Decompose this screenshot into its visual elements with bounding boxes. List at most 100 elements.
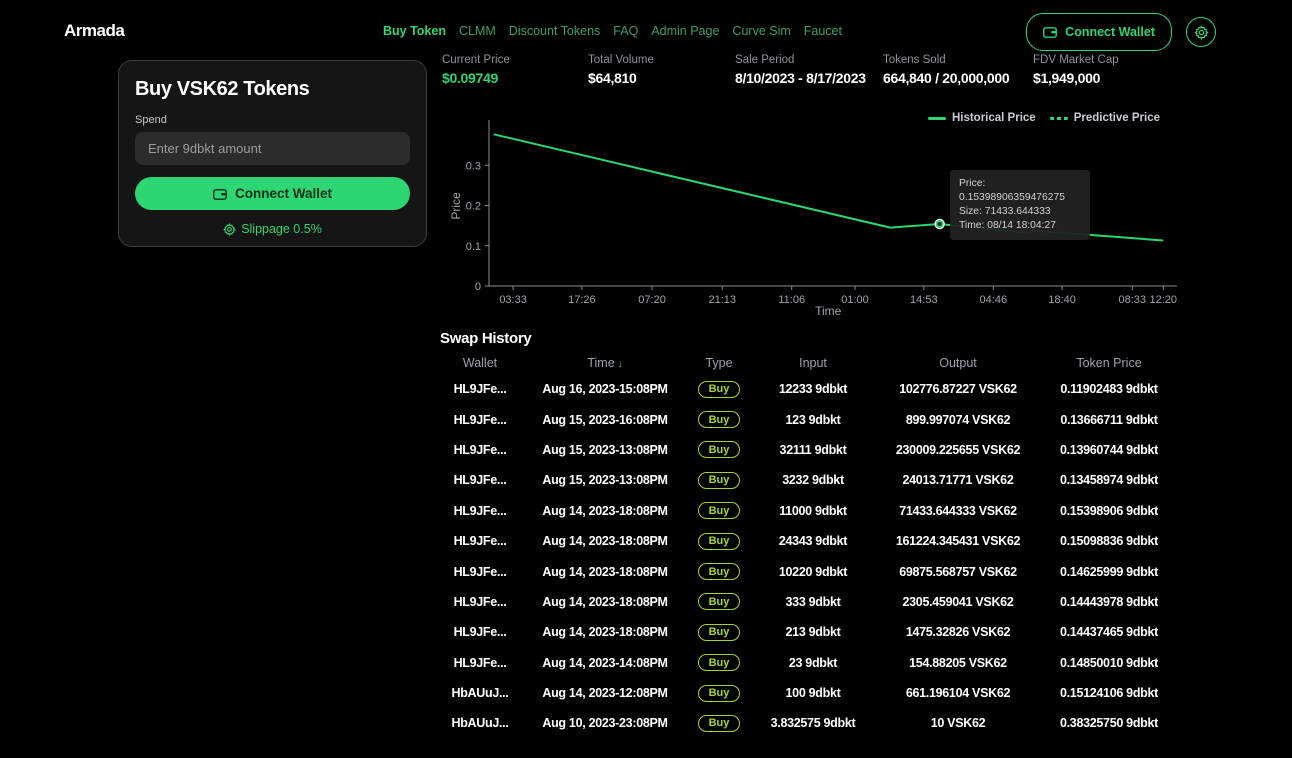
stat-fdv-market-cap: FDV Market Cap $1,949,000 xyxy=(1033,54,1119,86)
buy-type-badge: Buy xyxy=(697,593,741,611)
cell-output: 2305.459041 VSK62 xyxy=(902,594,1014,609)
column-header-input: Input xyxy=(799,356,827,370)
svg-text:0.1: 0.1 xyxy=(466,241,481,253)
nav-link-clmm[interactable]: CLMM xyxy=(459,24,496,38)
svg-text:04:46: 04:46 xyxy=(980,294,1008,306)
settings-button[interactable] xyxy=(1186,17,1216,47)
cell-type: Buy xyxy=(690,714,748,732)
cell-wallet: HL9JFe... xyxy=(453,655,507,670)
nav-link-buy-token[interactable]: Buy Token xyxy=(383,24,446,38)
table-row: HL9JFe... Aug 14, 2023-18:08PM Buy 333 9dbk… xyxy=(440,587,1180,617)
slippage-setting[interactable]: Slippage 0.5% xyxy=(135,222,410,236)
column-header-token-price: Token Price xyxy=(1076,356,1142,370)
cell-wallet: HL9JFe... xyxy=(453,382,507,397)
svg-text:12:20: 12:20 xyxy=(1149,294,1177,306)
price-chart[interactable]: Historical Price Predictive Price 0 0.1 0.2… xyxy=(440,108,1192,320)
chart-tooltip: Price: 0.15398906359476275 Size: 71433.6… xyxy=(950,170,1090,240)
cell-token-price: 0.15124106 9dbkt xyxy=(1059,686,1159,701)
card-connect-wallet-button[interactable]: Connect Wallet xyxy=(135,177,410,210)
cell-time: Aug 14, 2023-14:08PM xyxy=(542,655,668,670)
svg-text:17:26: 17:26 xyxy=(568,294,596,306)
cell-time: Aug 15, 2023-16:08PM xyxy=(542,412,668,427)
cell-time: Aug 14, 2023-18:08PM xyxy=(542,503,668,518)
connect-wallet-button[interactable]: Connect Wallet xyxy=(1026,13,1172,51)
legend-item-historical-price: Historical Price xyxy=(927,112,1036,124)
stat-label: Sale Period xyxy=(735,54,795,66)
table-row: HL9JFe... Aug 14, 2023-18:08PM Buy 213 9dbk… xyxy=(440,617,1180,647)
spend-amount-input[interactable] xyxy=(135,132,410,165)
connect-wallet-label: Connect Wallet xyxy=(1065,25,1155,39)
stat-label: FDV Market Cap xyxy=(1033,54,1119,66)
cell-time: Aug 15, 2023-13:08PM xyxy=(542,442,668,457)
cell-time: Aug 15, 2023-13:08PM xyxy=(542,473,668,488)
nav-link-curve-sim[interactable]: Curve Sim xyxy=(732,24,790,38)
cell-type: Buy xyxy=(690,441,748,459)
table-row: HL9JFe... Aug 15, 2023-13:08PM Buy 3232 9db… xyxy=(440,465,1180,495)
cell-input: 10220 9dbkt xyxy=(778,564,848,579)
legend-item-predictive-price: Predictive Price xyxy=(1049,112,1160,124)
cell-output: 661.196104 VSK62 xyxy=(905,686,1011,701)
cell-input: 213 9dbkt xyxy=(785,625,841,640)
column-header-wallet: Wallet xyxy=(462,356,498,370)
cell-input: 24343 9dbkt xyxy=(778,534,848,549)
app-logo: Armada xyxy=(64,21,125,40)
tooltip-price: Price: 0.15398906359476275 xyxy=(959,178,1065,203)
nav-link-admin-page[interactable]: Admin Page xyxy=(651,24,719,38)
cell-input: 3.832575 9dbkt xyxy=(770,716,856,731)
cell-token-price: 0.14850010 9dbkt xyxy=(1059,655,1159,670)
solid-line-swatch xyxy=(927,116,946,120)
cell-wallet: HL9JFe... xyxy=(453,564,507,579)
svg-text:0.2: 0.2 xyxy=(466,201,481,213)
cell-wallet: HbAUuJ... xyxy=(451,716,509,731)
cell-input: 333 9dbkt xyxy=(785,594,841,609)
buy-type-badge: Buy xyxy=(697,441,741,459)
nav-link-faucet[interactable]: Faucet xyxy=(804,24,842,38)
cell-type: Buy xyxy=(690,563,748,581)
stat-value: $1,949,000 xyxy=(1033,70,1101,86)
nav-link-discount-tokens[interactable]: Discount Tokens xyxy=(509,24,601,38)
stat-tokens-sold: Tokens Sold 664,840 / 20,000,000 xyxy=(883,54,1010,86)
table-row: HL9JFe... Aug 14, 2023-18:08PM Buy 24343 9d… xyxy=(440,526,1180,556)
page: Armada Buy Token CLMM Discount Tokens FAQ Ad… xyxy=(0,0,1292,758)
nav-link-faq[interactable]: FAQ xyxy=(613,24,638,38)
cell-wallet: HL9JFe... xyxy=(453,534,507,549)
cell-type: Buy xyxy=(690,654,748,672)
table-row: HL9JFe... Aug 14, 2023-18:08PM Buy 10220 9d… xyxy=(440,556,1180,586)
cell-input: 100 9dbkt xyxy=(785,686,841,701)
tooltip-time: Time: 08/14 18:04:27 xyxy=(959,220,1056,231)
cell-time: Aug 10, 2023-23:08PM xyxy=(542,716,668,731)
dashed-line-swatch xyxy=(1049,116,1068,120)
stat-total-volume: Total Volume $64,810 xyxy=(588,54,654,86)
chart-legend: Historical Price Predictive Price xyxy=(927,112,1160,124)
svg-text:01:00: 01:00 xyxy=(841,294,869,306)
cell-type: Buy xyxy=(690,532,748,550)
cell-output: 10 VSK62 xyxy=(930,716,986,731)
buy-type-badge: Buy xyxy=(697,654,741,672)
cell-time: Aug 16, 2023-15:08PM xyxy=(542,382,668,397)
cell-type: Buy xyxy=(690,684,748,702)
stat-value: $0.09749 xyxy=(442,70,498,86)
buy-type-badge: Buy xyxy=(697,563,741,581)
table-row: HL9JFe... Aug 16, 2023-15:08PM Buy 12233 9d… xyxy=(440,374,1180,404)
cell-token-price: 0.14625999 9dbkt xyxy=(1059,564,1159,579)
cell-token-price: 0.11902483 9dbkt xyxy=(1060,382,1158,397)
svg-text:07:20: 07:20 xyxy=(638,294,666,306)
svg-text:14:53: 14:53 xyxy=(910,294,938,306)
column-header-time[interactable]: Time ↓ xyxy=(520,356,690,370)
table-row: HbAUuJ... Aug 10, 2023-23:08PM Buy 3.832575… xyxy=(440,708,1180,738)
buy-type-badge: Buy xyxy=(697,380,741,398)
cell-token-price: 0.13458974 9dbkt xyxy=(1059,473,1159,488)
cell-token-price: 0.38325750 9dbkt xyxy=(1059,716,1159,731)
cell-type: Buy xyxy=(690,471,748,489)
cell-token-price: 0.15398906 9dbkt xyxy=(1059,503,1159,518)
cell-output: 230009.225655 VSK62 xyxy=(895,442,1021,457)
cell-type: Buy xyxy=(690,593,748,611)
cell-wallet: HL9JFe... xyxy=(453,473,507,488)
buy-type-badge: Buy xyxy=(697,502,741,520)
swap-table: Wallet Time ↓ Type Input Output Token Price HL9… xyxy=(440,352,1180,739)
buy-type-badge: Buy xyxy=(697,714,741,732)
buy-type-badge: Buy xyxy=(697,684,741,702)
buy-card: Buy VSK62 Tokens Spend Connect Wallet Sl… xyxy=(118,60,427,247)
stat-value: 8/10/2023 - 8/17/2023 xyxy=(735,70,866,86)
cell-input: 23 9dbkt xyxy=(788,655,838,670)
